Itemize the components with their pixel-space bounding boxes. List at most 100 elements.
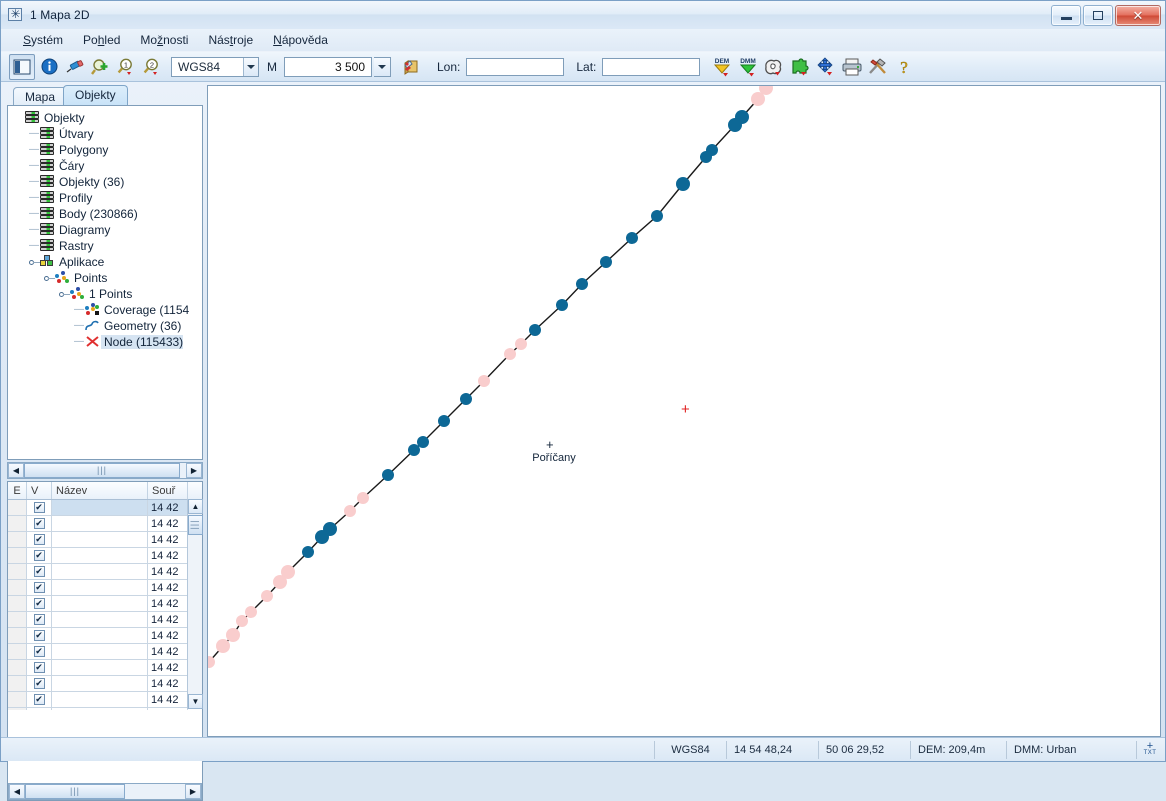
tree-node[interactable]: 1 Points bbox=[8, 286, 202, 302]
table-cell-v[interactable]: ✔ bbox=[27, 708, 52, 710]
table-cell-v[interactable]: ✔ bbox=[27, 516, 52, 531]
visibility-checkbox[interactable]: ✔ bbox=[34, 502, 45, 513]
zoom-two-icon[interactable]: 2 bbox=[141, 55, 165, 79]
database-red-icon[interactable] bbox=[401, 55, 425, 79]
map-view[interactable]: + Poříčany + bbox=[207, 85, 1161, 737]
map-node-blue[interactable] bbox=[460, 393, 472, 405]
table-cell-s[interactable]: 14 42 bbox=[148, 612, 188, 627]
map-node-pink[interactable] bbox=[478, 375, 490, 387]
map-node-blue[interactable] bbox=[576, 278, 588, 290]
scroll-thumb[interactable]: ||| bbox=[24, 463, 180, 478]
table-cell-e[interactable] bbox=[8, 708, 27, 710]
table-cell-v[interactable]: ✔ bbox=[27, 692, 52, 707]
table-scroll-thumb[interactable]: ||| bbox=[25, 784, 125, 799]
table-scroll-track[interactable]: ||| bbox=[25, 784, 185, 799]
chevron-down-icon[interactable] bbox=[243, 58, 258, 76]
table-cell-n[interactable] bbox=[52, 660, 148, 675]
table-cell-n[interactable] bbox=[52, 516, 148, 531]
map-node-blue[interactable] bbox=[728, 118, 742, 132]
tree-expander[interactable] bbox=[29, 257, 40, 268]
table-row[interactable]: ✔ 14 42 bbox=[8, 596, 202, 612]
marker-pen-icon[interactable] bbox=[63, 55, 87, 79]
table-cell-n[interactable] bbox=[52, 612, 148, 627]
tools-icon[interactable] bbox=[866, 55, 890, 79]
scale-dropdown-icon[interactable] bbox=[374, 57, 391, 77]
menu-item-nastroje[interactable]: Nástroje bbox=[198, 31, 263, 49]
table-cell-e[interactable] bbox=[8, 612, 27, 627]
table-cell-v[interactable]: ✔ bbox=[27, 628, 52, 643]
table-row[interactable]: ✔14 42 bbox=[8, 660, 202, 676]
tree-node[interactable]: —Polygony bbox=[8, 142, 202, 158]
table-cell-s[interactable]: 14 42 bbox=[148, 692, 188, 707]
table-row[interactable]: ✔ 14 42 bbox=[8, 628, 202, 644]
map-node-blue[interactable] bbox=[417, 436, 429, 448]
table-column-header-n[interactable]: Název bbox=[52, 482, 148, 499]
tree-expander[interactable] bbox=[59, 289, 70, 300]
visibility-checkbox[interactable]: ✔ bbox=[34, 598, 45, 609]
map-node-blue[interactable] bbox=[700, 151, 712, 163]
lat-input[interactable] bbox=[602, 58, 700, 76]
table-row[interactable]: ✔ 14 42 bbox=[8, 692, 202, 708]
table-cell-s[interactable]: 14 42 bbox=[148, 532, 188, 547]
tree-node[interactable]: Aplikace bbox=[8, 254, 202, 270]
map-node-blue[interactable] bbox=[315, 530, 329, 544]
table-row[interactable]: ✔ 14 42 bbox=[8, 516, 202, 532]
table-cell-s[interactable]: 14 42 bbox=[148, 500, 188, 515]
table-row[interactable]: ✔14 42 bbox=[8, 644, 202, 660]
table-cell-n[interactable] bbox=[52, 628, 148, 643]
tree-node[interactable]: —Objekty (36) bbox=[8, 174, 202, 190]
table-cell-e[interactable] bbox=[8, 644, 27, 659]
scroll-down-button[interactable]: ▼ bbox=[188, 694, 203, 709]
table-cell-s[interactable]: 14 42 bbox=[148, 516, 188, 531]
map-node-blue[interactable] bbox=[600, 256, 612, 268]
map-node-pink[interactable] bbox=[751, 92, 765, 106]
table-cell-n[interactable] bbox=[52, 676, 148, 691]
table-horizontal-scrollbar[interactable]: ◀ ||| ▶ bbox=[8, 783, 202, 800]
table-cell-n[interactable] bbox=[52, 644, 148, 659]
table-row[interactable]: ✔14 42 bbox=[8, 564, 202, 580]
table-cell-e[interactable] bbox=[8, 548, 27, 563]
table-cell-v[interactable]: ✔ bbox=[27, 676, 52, 691]
object-tree[interactable]: Objekty—Útvary—Polygony—Čáry—Objekty (36… bbox=[7, 105, 203, 460]
minimize-button[interactable] bbox=[1051, 5, 1081, 26]
table-cell-s[interactable]: 14 42 bbox=[148, 644, 188, 659]
table-row[interactable]: ✔14 42 bbox=[8, 708, 202, 710]
table-row[interactable]: ✔ 14 42 bbox=[8, 612, 202, 628]
close-button[interactable]: ✕ bbox=[1115, 5, 1161, 26]
table-cell-s[interactable]: 14 42 bbox=[148, 548, 188, 563]
table-cell-s[interactable]: 14 42 bbox=[148, 628, 188, 643]
map-node-blue[interactable] bbox=[626, 232, 638, 244]
menu-item-pohled[interactable]: Pohled bbox=[73, 31, 130, 49]
scroll-up-button[interactable]: ▲ bbox=[188, 499, 203, 514]
tree-node[interactable]: —Node (115433) bbox=[8, 334, 202, 350]
table-cell-e[interactable] bbox=[8, 500, 27, 515]
tree-node[interactable]: —Body (230866) bbox=[8, 206, 202, 222]
visibility-checkbox[interactable]: ✔ bbox=[34, 534, 45, 545]
visibility-checkbox[interactable]: ✔ bbox=[34, 518, 45, 529]
table-body[interactable]: ✔ 14 42 ✔ 14 42 ✔ 14 42 ✔ 14 42 ✔ 14 42 ✔ 14 42 ✔ 14 … bbox=[8, 500, 202, 710]
table-cell-n[interactable] bbox=[52, 500, 148, 515]
table-cell-v[interactable]: ✔ bbox=[27, 500, 52, 515]
table-scroll-right-button[interactable]: ▶ bbox=[185, 784, 201, 799]
scroll-right-button[interactable]: ▶ bbox=[186, 463, 202, 478]
visibility-checkbox[interactable]: ✔ bbox=[34, 582, 45, 593]
table-cell-e[interactable] bbox=[8, 692, 27, 707]
tree-horizontal-scrollbar[interactable]: ◀ ||| ▶ bbox=[7, 462, 203, 479]
info-icon[interactable] bbox=[37, 55, 61, 79]
table-row[interactable]: ✔ 14 42 bbox=[8, 532, 202, 548]
table-cell-s[interactable]: 14 42 bbox=[148, 660, 188, 675]
tree-node[interactable]: —Profily bbox=[8, 190, 202, 206]
table-vertical-scrollbar[interactable]: ▲ ||| ▼ bbox=[187, 499, 202, 709]
table-cell-v[interactable]: ✔ bbox=[27, 612, 52, 627]
table-cell-e[interactable] bbox=[8, 516, 27, 531]
table-row[interactable]: ✔ 14 42 bbox=[8, 548, 202, 564]
map-node-pink[interactable] bbox=[226, 628, 240, 642]
table-cell-v[interactable]: ✔ bbox=[27, 548, 52, 563]
table-cell-s[interactable]: 14 42 bbox=[148, 596, 188, 611]
region-cloud-icon[interactable] bbox=[762, 55, 786, 79]
table-row[interactable]: ✔14 42 bbox=[8, 676, 202, 692]
dem-icon[interactable]: DEM bbox=[710, 55, 734, 79]
tab-mapa[interactable]: Mapa bbox=[13, 87, 67, 105]
puzzle-piece-icon[interactable] bbox=[788, 55, 812, 79]
tree-expander[interactable] bbox=[44, 273, 55, 284]
